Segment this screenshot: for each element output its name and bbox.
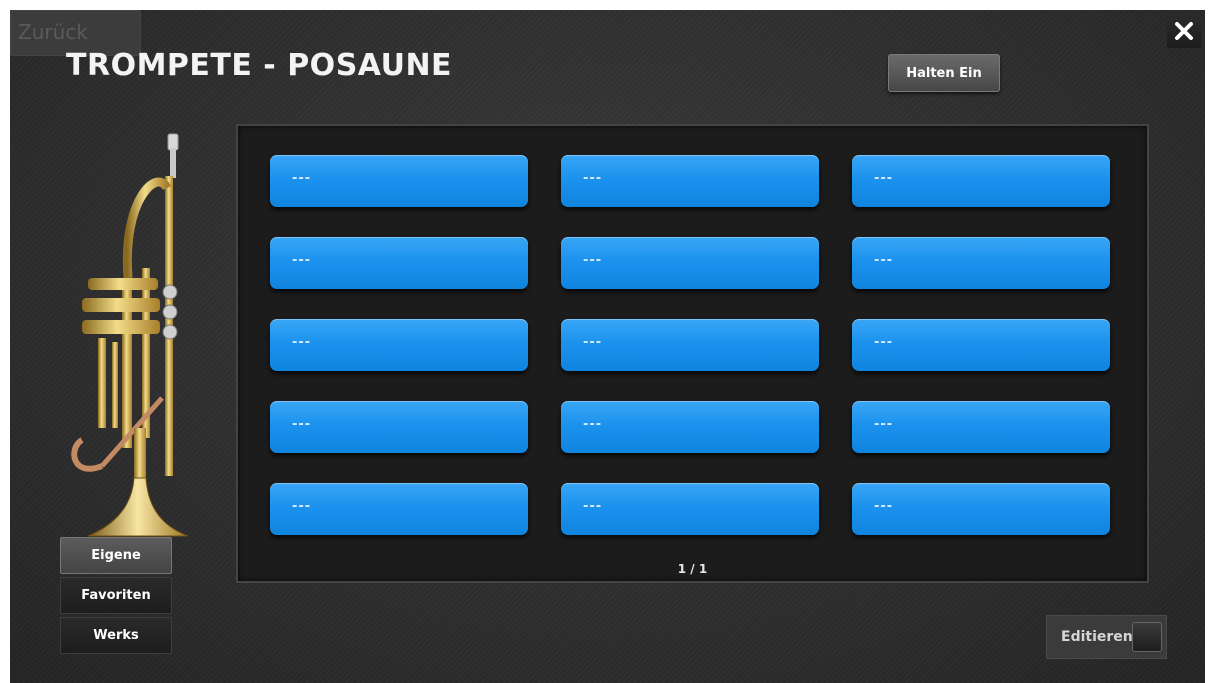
sound-slot-7[interactable]: --- <box>270 319 528 371</box>
hold-button[interactable]: Halten Ein <box>888 54 1000 92</box>
sound-slot-13[interactable]: --- <box>270 483 528 535</box>
sound-slot-6[interactable]: --- <box>852 237 1110 289</box>
back-button-label: Zurück <box>18 20 88 44</box>
sound-slot-11[interactable]: --- <box>561 401 819 453</box>
page-title: TROMPETE - POSAUNE <box>66 48 453 83</box>
edit-toggle[interactable]: Editieren <box>1046 615 1167 659</box>
trumpet-image <box>71 133 189 537</box>
sound-slot-8[interactable]: --- <box>561 319 819 371</box>
category-own-button[interactable]: Eigene <box>60 537 172 574</box>
sound-slot-12[interactable]: --- <box>852 401 1110 453</box>
edit-checkbox[interactable] <box>1132 622 1162 652</box>
sound-slot-14[interactable]: --- <box>561 483 819 535</box>
sound-slot-4[interactable]: --- <box>270 237 528 289</box>
page-indicator: 1 / 1 <box>677 562 708 576</box>
category-favorites-button[interactable]: Favoriten <box>60 577 172 614</box>
sound-slot-panel: --- --- --- --- --- --- --- --- --- --- … <box>236 124 1149 583</box>
sound-slot-10[interactable]: --- <box>270 401 528 453</box>
sound-slot-15[interactable]: --- <box>852 483 1110 535</box>
screen: TROMPETE - POSAUNE Halten Ein Zurück Eig… <box>10 10 1205 683</box>
edit-toggle-label: Editieren <box>1061 629 1133 645</box>
category-factory-button[interactable]: Werks <box>60 617 172 654</box>
sound-slot-1[interactable]: --- <box>270 155 528 207</box>
sound-slot-2[interactable]: --- <box>561 155 819 207</box>
sound-slot-5[interactable]: --- <box>561 237 819 289</box>
sound-slot-9[interactable]: --- <box>852 319 1110 371</box>
sound-slot-3[interactable]: --- <box>852 155 1110 207</box>
close-icon[interactable] <box>1167 14 1201 48</box>
